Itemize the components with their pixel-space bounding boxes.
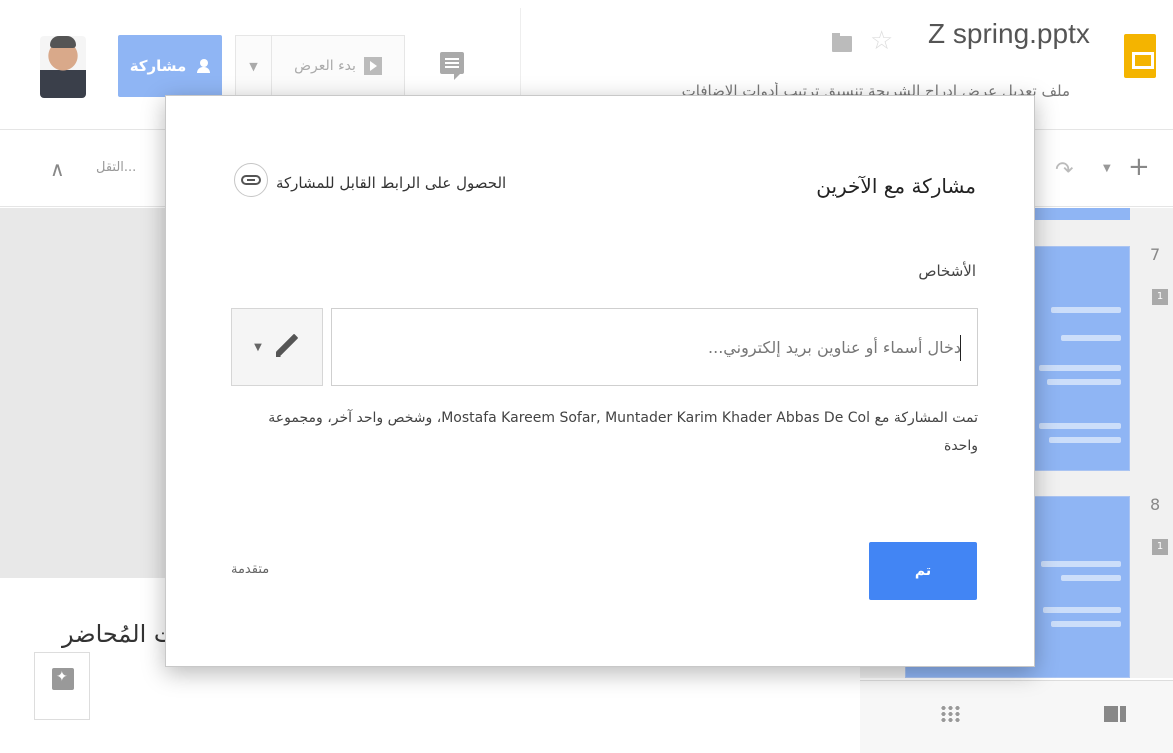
thumbnail-text-line bbox=[1049, 437, 1121, 443]
thumbnail-text-line bbox=[1061, 335, 1121, 341]
dialog-title: مشاركة مع الآخرين bbox=[816, 174, 976, 198]
avatar-hair bbox=[50, 36, 76, 48]
new-slide-plus-icon[interactable]: + bbox=[1128, 152, 1150, 182]
thumbnail-text-line bbox=[1047, 379, 1121, 385]
new-slide-dropdown-icon[interactable]: ▼ bbox=[1103, 163, 1111, 174]
redo-icon[interactable]: ↷ bbox=[1055, 158, 1073, 183]
filmstrip-view-icon[interactable] bbox=[1104, 706, 1126, 722]
share-button[interactable]: مشاركة bbox=[118, 35, 222, 97]
document-title[interactable]: Z spring.pptx bbox=[928, 18, 1090, 50]
people-label: الأشخاص bbox=[918, 262, 976, 280]
permission-dropdown-button[interactable]: ▼ bbox=[231, 308, 323, 386]
slide-comment-badge[interactable]: 1 bbox=[1152, 289, 1168, 305]
speaker-notes-text: ت المُحاضر bbox=[62, 620, 177, 648]
done-button[interactable]: تم bbox=[869, 542, 977, 600]
people-input[interactable]: دخال أسماء أو عناوين بريد إلكتروني... bbox=[331, 308, 978, 386]
slide-comment-badge[interactable]: 1 bbox=[1152, 539, 1168, 555]
thumbnail-text-line bbox=[1039, 365, 1121, 371]
advanced-link[interactable]: متقدمة bbox=[231, 562, 269, 577]
collapse-menu-icon[interactable]: ∧ bbox=[50, 157, 65, 181]
grid-view-icon[interactable] bbox=[940, 705, 960, 723]
link-button[interactable] bbox=[234, 163, 268, 197]
chevron-down-icon: ▼ bbox=[254, 341, 262, 353]
explore-icon bbox=[52, 668, 74, 690]
present-dropdown-button[interactable]: ▼ bbox=[236, 36, 272, 96]
thumbnail-text-line bbox=[1051, 621, 1121, 627]
present-label: بدء العرض bbox=[294, 58, 356, 74]
present-button-group: ▼ بدء العرض bbox=[235, 35, 405, 97]
view-switcher-bar bbox=[860, 680, 1173, 753]
thumbnail-text-line bbox=[1051, 307, 1121, 313]
done-button-label: تم bbox=[914, 563, 932, 579]
present-button[interactable]: بدء العرض bbox=[272, 36, 404, 96]
star-icon[interactable]: ☆ bbox=[870, 26, 893, 56]
slides-logo-icon[interactable] bbox=[1124, 34, 1156, 78]
thumbnail-text-line bbox=[1041, 561, 1121, 567]
chevron-down-icon: ▼ bbox=[249, 59, 258, 73]
comments-icon[interactable] bbox=[440, 52, 464, 80]
toolbar-more-label[interactable]: التقل... bbox=[96, 160, 136, 175]
slide-number: 7 bbox=[1150, 245, 1161, 264]
share-dialog: مشاركة مع الآخرين الحصول على الرابط القا… bbox=[165, 95, 1035, 667]
folder-icon[interactable] bbox=[832, 33, 852, 52]
share-button-label: مشاركة bbox=[129, 57, 187, 75]
get-shareable-link[interactable]: الحصول على الرابط القابل للمشاركة bbox=[276, 174, 506, 192]
add-person-icon bbox=[192, 59, 211, 73]
pencil-icon bbox=[274, 334, 300, 360]
thumbnail-text-line bbox=[1043, 607, 1121, 613]
link-icon bbox=[241, 175, 261, 185]
thumbnail-text-line bbox=[1061, 575, 1121, 581]
thumbnail-text-line bbox=[1039, 423, 1121, 429]
play-icon bbox=[363, 57, 382, 75]
slide-number: 8 bbox=[1150, 495, 1161, 514]
shared-with-text[interactable]: تمت المشاركة مع Mostafa Kareem Sofar, Mu… bbox=[231, 404, 978, 460]
